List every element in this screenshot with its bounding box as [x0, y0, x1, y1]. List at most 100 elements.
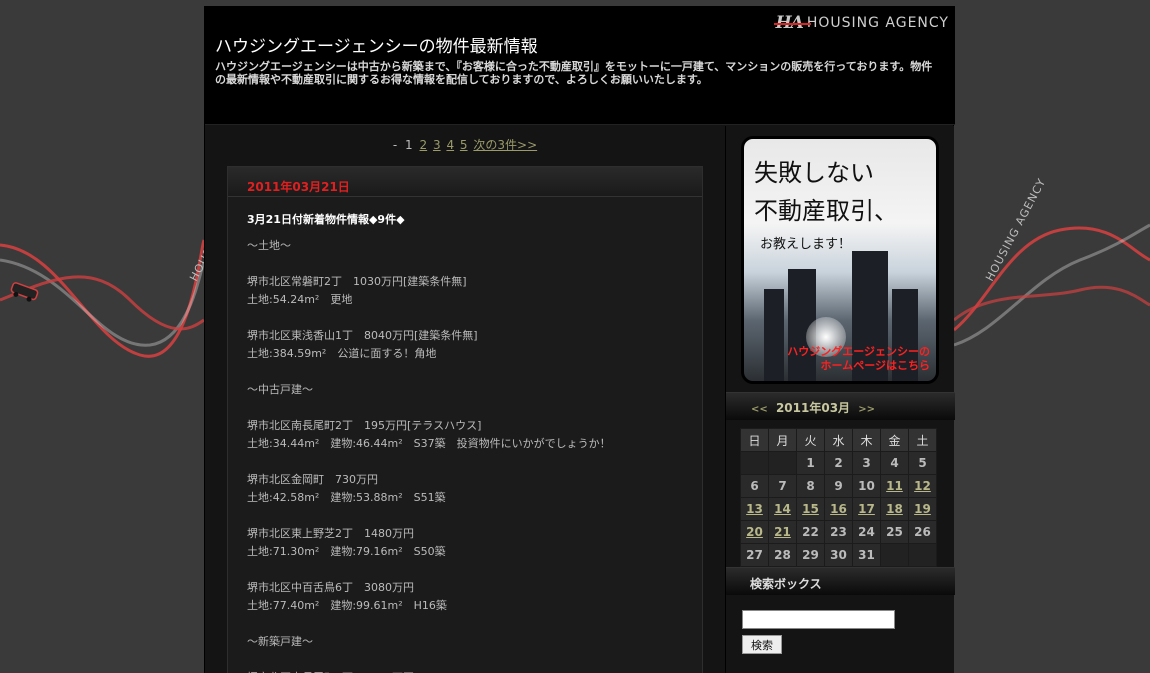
calendar-weekday: 水 [825, 429, 852, 451]
calendar-day: 24 [853, 521, 880, 543]
calendar-day: 4 [881, 452, 908, 474]
calendar-header: << 2011年03月 >> [726, 392, 955, 420]
calendar-day: 22 [797, 521, 824, 543]
calendar-table: 日月火水木金土 1 2 3 4 5 6 7 8 9 10 11 12 13 14 15 16 17 18 19 20 2… [740, 428, 937, 567]
post-text-line: 堺市北区金岡町 730万円 [247, 473, 378, 486]
calendar-day: 29 [797, 544, 824, 566]
calendar-next-link[interactable]: >> [858, 404, 875, 415]
post-date-bar: 2011年03月21日 [228, 167, 702, 197]
banner-line-1: 失敗しない [754, 159, 874, 187]
calendar-weekday: 月 [769, 429, 796, 451]
pager-current: 1 [405, 138, 413, 152]
calendar-weekday: 金 [881, 429, 908, 451]
site-description: ハウジングエージェンシーは中古から新築まで、『お客様に合った不動産取引』をモット… [215, 60, 933, 86]
calendar-day[interactable]: 19 [909, 498, 936, 520]
calendar-day: 28 [769, 544, 796, 566]
main-content: - 1 2 3 4 5 次の3件>> 2011年03月21日 3月21日付新着物… [205, 126, 724, 673]
site-header: HA HOUSING AGENCY ハウジングエージェンシーの物件最新情報 ハウ… [205, 6, 955, 125]
calendar-week-row: 6 7 8 9 10 11 12 [741, 475, 936, 497]
banner-homepage-link[interactable]: ハウジングエージェンシーの ホームページはこちら [787, 345, 930, 373]
background-text-right: HOUSING AGENCY [983, 176, 1048, 283]
post-text-line: ～中古戸建～ [247, 383, 313, 396]
calendar-day: 6 [741, 475, 768, 497]
banner-link-line-1: ハウジングエージェンシーの [787, 345, 930, 358]
post-spacer [247, 363, 702, 381]
post-title[interactable]: 3月21日付新着物件情報◆9件◆ [247, 211, 702, 227]
calendar-empty-cell [909, 544, 936, 566]
calendar-day[interactable]: 21 [769, 521, 796, 543]
post-date: 2011年03月21日 [247, 180, 350, 194]
post-lines: ～土地～ 堺市北区常磐町2丁 1030万円[建築条件無] 土地:54.24m² 更地… [247, 237, 702, 673]
pager-link-5[interactable]: 5 [460, 138, 468, 152]
pager-link-3[interactable]: 3 [433, 138, 441, 152]
post-spacer [247, 561, 702, 579]
post-spacer [247, 255, 702, 273]
page-container: HA HOUSING AGENCY ハウジングエージェンシーの物件最新情報 ハウ… [204, 6, 955, 673]
calendar-week-row: 12345 [741, 452, 936, 474]
calendar-week-row: 20 21 22 23 24 25 26 [741, 521, 936, 543]
calendar-day: 5 [909, 452, 936, 474]
calendar-day: 25 [881, 521, 908, 543]
calendar-week-row: 27 28 29 30 31 [741, 544, 936, 566]
post-spacer [247, 507, 702, 525]
post-text-line: 土地:34.44m² 建物:46.44m² S37築 投資物件にいかがでしょうか… [247, 437, 611, 450]
calendar-day: 1 [797, 452, 824, 474]
pager-link-2[interactable]: 2 [420, 138, 428, 152]
search-input[interactable] [742, 610, 895, 629]
calendar-weekday: 木 [853, 429, 880, 451]
calendar-day[interactable]: 16 [825, 498, 852, 520]
post-text-line: 堺市北区南長尾町2丁 195万円[テラスハウス] [247, 419, 482, 432]
blog-post: 2011年03月21日 3月21日付新着物件情報◆9件◆ ～土地～ 堺市北区常磐町… [227, 166, 703, 673]
calendar-prev-link[interactable]: << [751, 404, 768, 415]
calendar-day[interactable]: 13 [741, 498, 768, 520]
site-logo[interactable]: HA HOUSING AGENCY [773, 12, 949, 34]
homepage-banner[interactable]: 失敗しない 不動産取引、 お教えします！ ハウジングエージェンシーの ホームペー… [741, 136, 939, 384]
banner-line-2: 不動産取引、 [754, 197, 898, 225]
calendar-day: 27 [741, 544, 768, 566]
calendar-day[interactable]: 20 [741, 521, 768, 543]
post-body: 3月21日付新着物件情報◆9件◆ ～土地～ 堺市北区常磐町2丁 1030万円[建築… [228, 197, 702, 673]
post-spacer [247, 309, 702, 327]
calendar-weekday: 土 [909, 429, 936, 451]
site-title[interactable]: ハウジングエージェンシーの物件最新情報 [215, 32, 538, 57]
post-text-line: 土地:77.40m² 建物:99.61m² H16築 [247, 599, 447, 612]
search-button[interactable]: 検索 [742, 635, 782, 654]
logo-mark: HA [773, 13, 812, 33]
calendar-day[interactable]: 17 [853, 498, 880, 520]
calendar-body: 1 2 3 4 5 6 7 8 9 10 11 12 13 14 15 16 17 18 19 20 21 22 23 24 2… [741, 452, 936, 566]
calendar-weekday: 火 [797, 429, 824, 451]
calendar-weekday-row: 日月火水木金土 [741, 429, 936, 451]
calendar-empty-cell [881, 544, 908, 566]
calendar-day: 8 [797, 475, 824, 497]
calendar-weekday: 日 [741, 429, 768, 451]
post-text-line: 堺市北区中百舌鳥6丁 3080万円 [247, 581, 414, 594]
calendar-day: 10 [853, 475, 880, 497]
calendar-day: 26 [909, 521, 936, 543]
calendar-day: 7 [769, 475, 796, 497]
post-text-line: ～土地～ [247, 239, 291, 252]
pagination: - 1 2 3 4 5 次の3件>> [205, 136, 724, 153]
banner-line-3: お教えします！ [760, 237, 852, 252]
calendar-day[interactable]: 11 [881, 475, 908, 497]
calendar-day: 9 [825, 475, 852, 497]
post-text-line: 堺市北区東上野芝2丁 1480万円 [247, 527, 414, 540]
post-text-line: 土地:71.30m² 建物:79.16m² S50築 [247, 545, 446, 558]
banner-link-line-2: ホームページはこちら [820, 359, 930, 372]
post-text-line: 堺市北区中長尾町3丁 2980万円 [247, 669, 702, 673]
post-text-line: ～新築戸建～ [247, 635, 313, 648]
post-spacer [247, 615, 702, 633]
calendar-week-row: 13 14 15 16 17 18 19 [741, 498, 936, 520]
calendar-day: 23 [825, 521, 852, 543]
logo-wordmark: HOUSING AGENCY [806, 15, 949, 31]
calendar-title: 2011年03月 [775, 401, 851, 415]
calendar-day: 3 [853, 452, 880, 474]
calendar-empty-cell [741, 452, 768, 474]
calendar-day[interactable]: 15 [797, 498, 824, 520]
post-spacer [247, 399, 702, 417]
calendar-day[interactable]: 18 [881, 498, 908, 520]
calendar-empty-cell [769, 452, 796, 474]
calendar-day[interactable]: 14 [769, 498, 796, 520]
pager-next-link[interactable]: 次の3件>> [473, 138, 537, 152]
calendar-day[interactable]: 12 [909, 475, 936, 497]
pager-link-4[interactable]: 4 [446, 138, 454, 152]
